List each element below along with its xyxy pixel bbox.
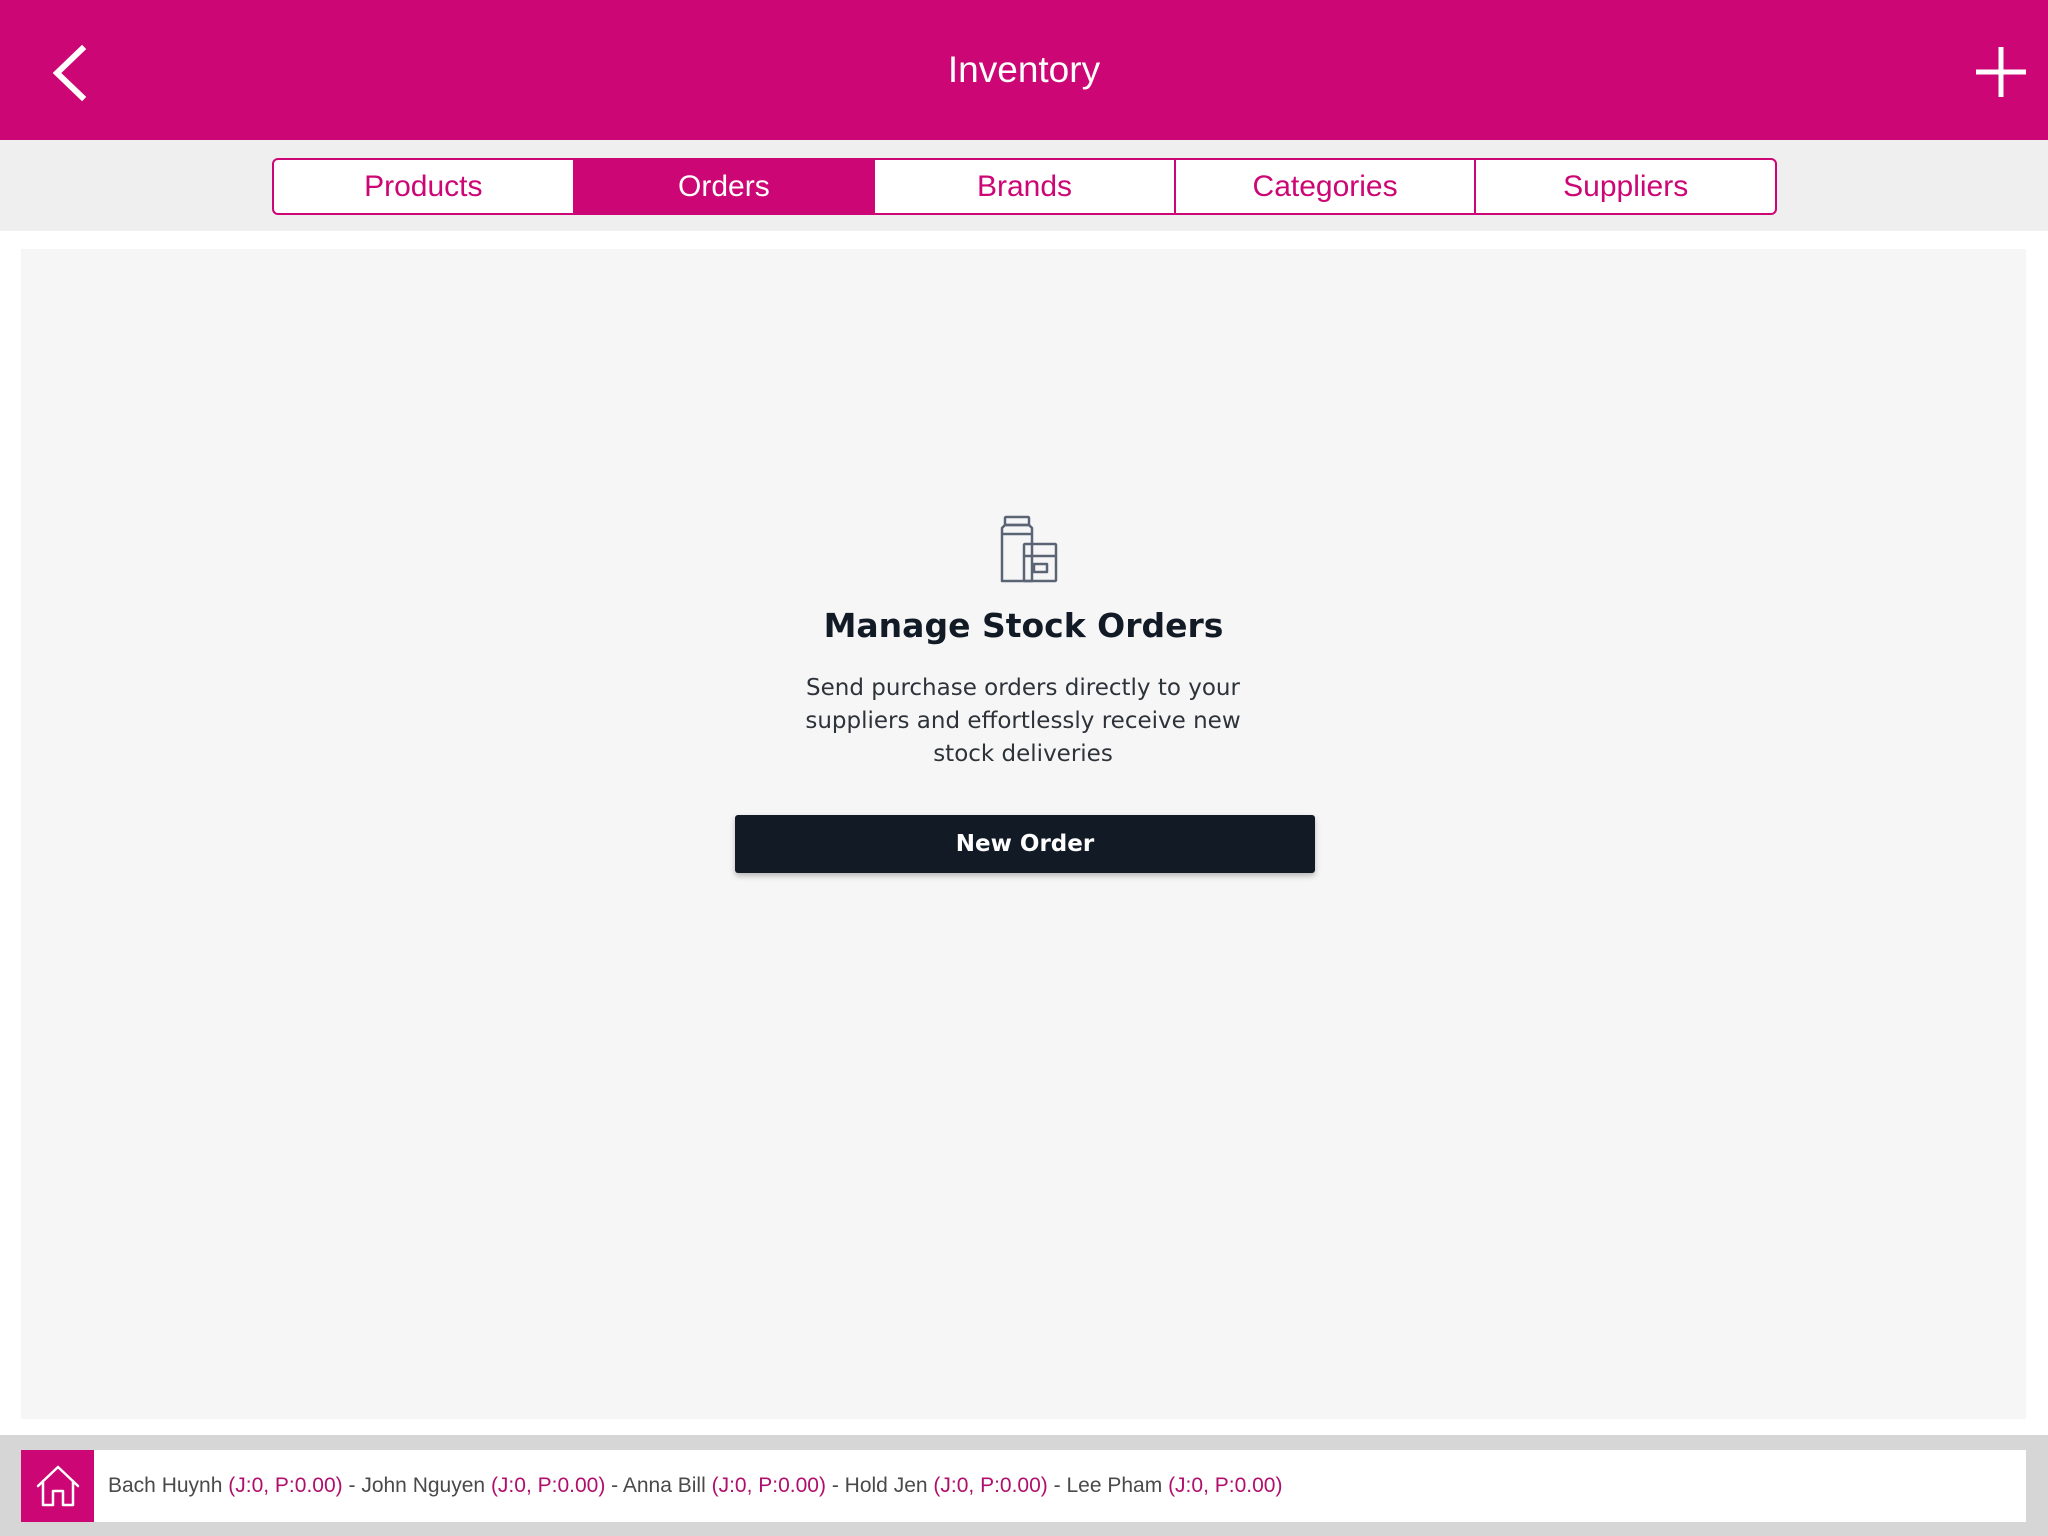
tab-categories[interactable]: Categories — [1176, 160, 1477, 213]
staff-name: Hold Jen — [844, 1474, 928, 1497]
add-button[interactable] — [1966, 36, 2036, 106]
home-button[interactable] — [21, 1450, 94, 1522]
staff-member[interactable]: Anna Bill (J:0, P:0.00) — [623, 1474, 826, 1497]
page-title: Inventory — [947, 49, 1101, 90]
top-app-bar: Inventory — [0, 0, 2048, 140]
staff-name: Bach Huynh — [108, 1474, 223, 1497]
staff-stats: (J:0, P:0.00) — [933, 1474, 1048, 1497]
tab-orders[interactable]: Orders — [574, 160, 876, 213]
empty-state-description: Send purchase orders directly to your su… — [805, 675, 1241, 767]
separator: - — [831, 1474, 839, 1497]
separator: - — [1053, 1474, 1061, 1497]
staff-member[interactable]: Lee Pham (J:0, P:0.00) — [1066, 1474, 1282, 1497]
tab-brands[interactable]: Brands — [875, 160, 1176, 213]
staff-name: John Nguyen — [361, 1474, 486, 1497]
plus-icon — [1976, 47, 2026, 97]
orders-panel: Manage Stock Orders Send purchase orders… — [21, 249, 2026, 1419]
staff-stats: (J:0, P:0.00) — [711, 1474, 826, 1497]
new-order-button[interactable]: New Order — [735, 815, 1315, 873]
segment-bar: Products Orders Brands Categories Suppli… — [0, 140, 2048, 231]
empty-state-heading: Manage Stock Orders — [823, 606, 1224, 645]
staff-name: Anna Bill — [622, 1474, 706, 1497]
staff-stats: (J:0, P:0.00) — [228, 1474, 343, 1497]
stock-boxes-icon — [1000, 515, 1058, 583]
home-icon — [36, 1465, 79, 1507]
staff-member[interactable]: John Nguyen (J:0, P:0.00) — [361, 1474, 605, 1497]
tab-suppliers[interactable]: Suppliers — [1476, 160, 1775, 213]
inventory-tabs: Products Orders Brands Categories Suppli… — [272, 158, 1777, 215]
staff-stats: (J:0, P:0.00) — [1168, 1474, 1283, 1497]
tab-products[interactable]: Products — [274, 160, 575, 213]
separator: - — [611, 1474, 619, 1497]
separator: - — [348, 1474, 356, 1497]
staff-strip: Bach Huynh (J:0, P:0.00) - John Nguyen (… — [21, 1450, 2026, 1522]
staff-footer: Bach Huynh (J:0, P:0.00) - John Nguyen (… — [0, 1435, 2048, 1536]
staff-list: Bach Huynh (J:0, P:0.00) - John Nguyen (… — [108, 1450, 1282, 1522]
staff-name: Lee Pham — [1066, 1474, 1163, 1497]
staff-stats: (J:0, P:0.00) — [490, 1474, 606, 1497]
staff-member[interactable]: Bach Huynh (J:0, P:0.00) — [108, 1474, 343, 1497]
staff-member[interactable]: Hold Jen (J:0, P:0.00) — [845, 1474, 1048, 1497]
